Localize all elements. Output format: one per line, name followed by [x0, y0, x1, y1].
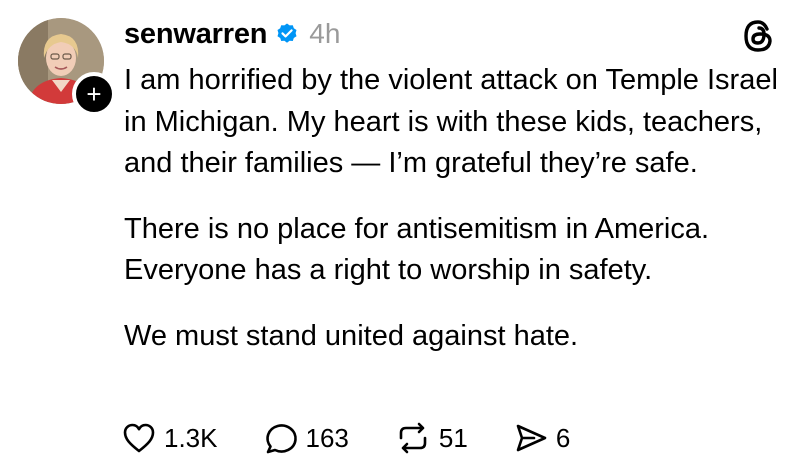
reply-button[interactable]: 163: [264, 421, 349, 455]
repost-count: 51: [438, 422, 468, 453]
post-body: I am horrified by the violent attack on …: [124, 60, 784, 357]
like-button[interactable]: 1.3K: [122, 422, 218, 454]
repost-button[interactable]: 51: [395, 421, 468, 455]
post-paragraph: I am horrified by the violent attack on …: [124, 64, 778, 179]
avatar-container[interactable]: +: [18, 18, 116, 116]
repost-icon: [395, 421, 431, 455]
timestamp: 4h: [309, 18, 341, 49]
post-header: senwarren 4h: [124, 14, 340, 54]
send-icon: [514, 422, 548, 454]
reply-count: 163: [305, 422, 349, 453]
username[interactable]: senwarren: [124, 18, 267, 51]
heart-icon: [122, 422, 156, 454]
share-button[interactable]: 6: [514, 422, 570, 454]
thread-post: + senwarren 4h I am horrified by the vio…: [0, 0, 800, 474]
threads-logo-icon[interactable]: [738, 16, 778, 56]
speech-bubble-icon: [264, 421, 298, 455]
follow-button[interactable]: +: [72, 72, 116, 116]
post-paragraph: We must stand united against hate.: [124, 319, 579, 352]
post-paragraph: There is no place for antisemitism in Am…: [124, 212, 710, 287]
verified-badge-icon: [275, 22, 299, 46]
share-count: 6: [555, 422, 571, 453]
post-actions: 1.3K 163 51 6: [122, 418, 616, 458]
like-count: 1.3K: [164, 422, 218, 453]
